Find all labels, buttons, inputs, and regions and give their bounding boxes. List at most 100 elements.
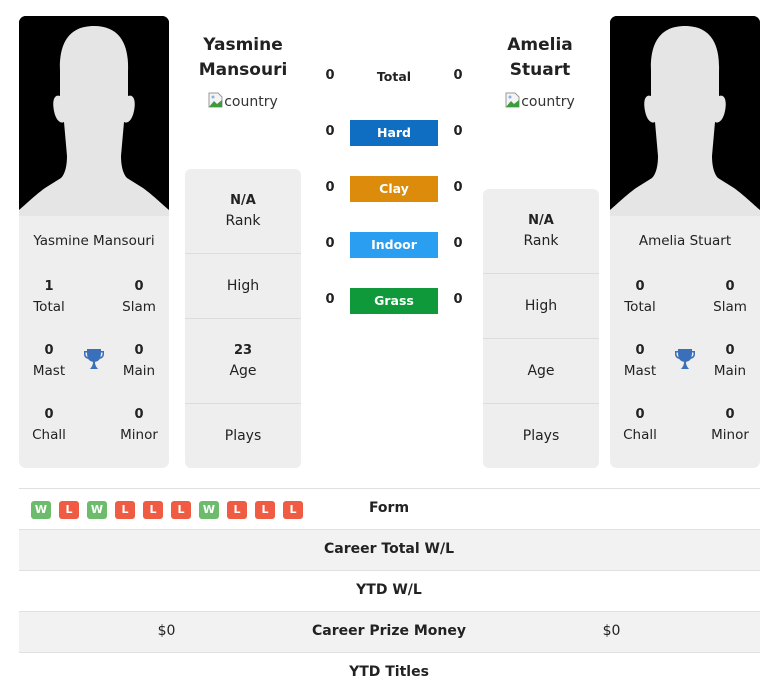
career-wl-row: Career Total W/L <box>19 530 760 571</box>
silhouette-icon <box>610 16 760 216</box>
player1-chall-titles: 0 Chall <box>19 405 79 445</box>
stat-label: Slam <box>122 299 156 315</box>
stat-label: Total <box>624 299 656 315</box>
player2-main-titles: 0 Main <box>700 341 760 381</box>
h2h-hard-p1: 0 <box>325 124 335 139</box>
form-loss-badge: L <box>227 501 247 519</box>
form-loss-badge: L <box>171 501 191 519</box>
stat-value: 0 <box>134 407 144 422</box>
h2h-total-row: 0 Total 0 <box>315 64 475 90</box>
h2h-grass-p1: 0 <box>325 292 335 307</box>
h2h-clay-p1: 0 <box>325 180 335 195</box>
h2h-total-p1: 0 <box>325 68 335 83</box>
player1-plays: Plays <box>185 404 301 468</box>
stat-label: Chall <box>623 427 657 443</box>
form-win-badge: W <box>87 501 107 519</box>
player1-first-name: Yasmine <box>203 35 283 55</box>
stat-label: Minor <box>120 427 158 443</box>
player2-chall-titles: 0 Chall <box>610 405 670 445</box>
player1-mast-titles: 0 Mast <box>19 341 79 381</box>
rank-value: N/A <box>528 213 554 228</box>
h2h-grass-p2: 0 <box>453 292 463 307</box>
player2-card: Amelia Stuart 0 Total 0 Slam 0 Mast 0 Ma… <box>610 16 760 468</box>
stat-value: 0 <box>725 343 735 358</box>
player1-name: Yasmine Mansouri <box>33 233 155 249</box>
trophy-icon <box>84 349 104 369</box>
stat-value: 0 <box>725 407 735 422</box>
ytd-titles-row: YTD Titles <box>19 653 760 694</box>
stat-value: 0 <box>134 279 144 294</box>
player1-card: Yasmine Mansouri 1 Total 0 Slam 0 Mast 0… <box>19 16 169 468</box>
player2-plays: Plays <box>483 404 599 468</box>
stat-value: 0 <box>44 407 54 422</box>
stat-label: Total <box>33 299 65 315</box>
stat-value: 0 <box>134 343 144 358</box>
player1-title[interactable]: Yasmine Mansouri <box>173 33 313 83</box>
plays-label: Plays <box>522 428 560 444</box>
player2-title[interactable]: Amelia Stuart <box>470 33 610 83</box>
player2-country: country <box>470 92 610 110</box>
player2-first-name: Amelia <box>507 35 573 55</box>
player1-total-titles: 1 Total <box>19 277 79 317</box>
h2h-clay-row: 0 Clay 0 <box>315 176 475 202</box>
stat-value: 0 <box>635 343 645 358</box>
player2-slam-titles: 0 Slam <box>700 277 760 317</box>
surface-indoor-badge: Indoor <box>350 232 438 258</box>
player2-info-card: N/A Rank High Age Plays <box>483 189 599 468</box>
stat-value: 1 <box>44 279 54 294</box>
rank-label: Rank <box>523 233 559 249</box>
h2h-indoor-p1: 0 <box>325 236 335 251</box>
comparison-table: WLWLLLWLLL Form Career Total W/L YTD W/L… <box>19 488 760 694</box>
stat-label: Mast <box>32 363 66 379</box>
trophy-icon <box>675 349 695 369</box>
form-label: Form <box>368 500 410 516</box>
stat-value: 0 <box>635 279 645 294</box>
country-alt-text: country <box>521 94 575 110</box>
surface-grass-badge: Grass <box>350 288 438 314</box>
player1-high: High <box>185 254 301 319</box>
career-wl-label: Career Total W/L <box>324 541 454 557</box>
stat-label: Main <box>122 363 156 379</box>
ytd-titles-label: YTD Titles <box>349 664 429 680</box>
player2-age: Age <box>483 339 599 404</box>
form-loss-badge: L <box>59 501 79 519</box>
h2h-total-p2: 0 <box>453 68 463 83</box>
h2h-total-label: Total <box>376 69 412 84</box>
player2-minor-titles: 0 Minor <box>700 405 760 445</box>
form-loss-badge: L <box>143 501 163 519</box>
silhouette-icon <box>19 16 169 216</box>
stat-value: 0 <box>635 407 645 422</box>
rank-value: N/A <box>230 193 256 208</box>
player2-name: Amelia Stuart <box>638 233 732 249</box>
player1-minor-titles: 0 Minor <box>109 405 169 445</box>
country-alt-text: country <box>224 94 278 110</box>
plays-label: Plays <box>224 428 262 444</box>
stat-label: Minor <box>711 427 749 443</box>
form-win-badge: W <box>31 501 51 519</box>
stat-label: Mast <box>623 363 657 379</box>
prize-money-label: Career Prize Money <box>311 623 466 639</box>
player1-last-name: Mansouri <box>198 60 288 80</box>
player1-info-card: N/A Rank High 23 Age Plays <box>185 169 301 468</box>
h2h-clay-p2: 0 <box>453 180 463 195</box>
player1-slam-titles: 0 Slam <box>109 277 169 317</box>
stat-label: Slam <box>713 299 747 315</box>
player2-high: High <box>483 274 599 339</box>
player1-main-titles: 0 Main <box>109 341 169 381</box>
h2h-grass-row: 0 Grass 0 <box>315 288 475 314</box>
stat-label: Chall <box>32 427 66 443</box>
h2h-hard-p2: 0 <box>453 124 463 139</box>
broken-image-icon <box>208 92 224 108</box>
stat-value: 0 <box>725 279 735 294</box>
prize-money-row: $0 Career Prize Money $0 <box>19 612 760 653</box>
player1-rank: N/A Rank <box>185 169 301 254</box>
ytd-wl-label: YTD W/L <box>356 582 422 598</box>
player2-photo <box>610 16 760 216</box>
surface-clay-badge: Clay <box>350 176 438 202</box>
player2-mast-titles: 0 Mast <box>610 341 670 381</box>
age-label: Age <box>527 363 555 379</box>
ytd-wl-row: YTD W/L <box>19 571 760 612</box>
h2h-hard-row: 0 Hard 0 <box>315 120 475 146</box>
player2-last-name: Stuart <box>509 60 571 80</box>
player1-prize-money: $0 <box>157 623 176 639</box>
